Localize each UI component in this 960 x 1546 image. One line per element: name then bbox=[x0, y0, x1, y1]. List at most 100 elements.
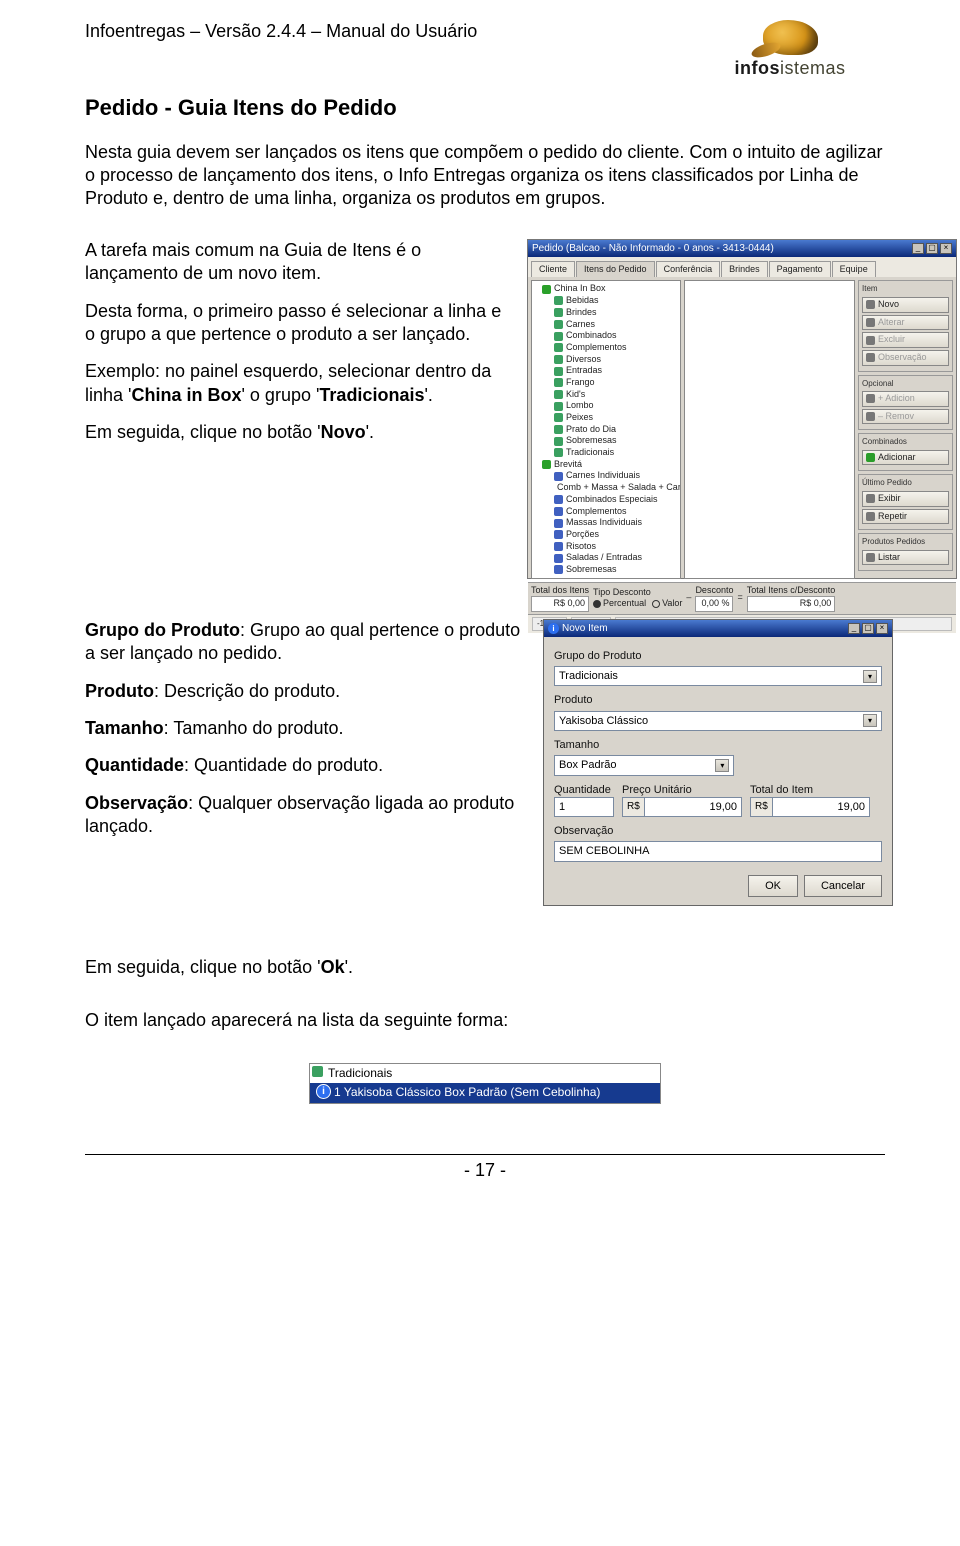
leaf-icon bbox=[554, 332, 563, 341]
plus-icon bbox=[866, 394, 875, 403]
launched-group: Tradicionais bbox=[310, 1064, 660, 1084]
tree-item[interactable]: Entradas bbox=[566, 365, 602, 377]
tree-item[interactable]: Saladas / Entradas bbox=[566, 552, 642, 564]
tree-item[interactable]: Tradicionais bbox=[566, 447, 614, 459]
maximize-button[interactable]: ▢ bbox=[862, 623, 874, 634]
tab-itens[interactable]: Itens do Pedido bbox=[576, 261, 655, 278]
left-p3-b: China in Box bbox=[131, 385, 241, 405]
listar-button[interactable]: Listar bbox=[862, 550, 949, 566]
tree-item[interactable]: Diversos bbox=[566, 354, 601, 366]
lbl-obs: Observação bbox=[554, 824, 882, 838]
chevron-down-icon: ▾ bbox=[863, 670, 877, 683]
leaf-icon bbox=[554, 413, 563, 422]
launched-item: 1 Yakisoba Clássico Box Padrão (Sem Cebo… bbox=[310, 1083, 660, 1103]
opt-perc: Percentual bbox=[603, 598, 646, 610]
tree-item[interactable]: Sobremesas bbox=[566, 435, 617, 447]
grupo-dropdown[interactable]: Tradicionais▾ bbox=[554, 666, 882, 686]
tree-item[interactable]: Complementos bbox=[566, 506, 627, 518]
def-grupo: Grupo do Produto: Grupo ao qual pertence… bbox=[85, 619, 525, 666]
lbl-tipo-desc: Tipo Desconto bbox=[593, 587, 682, 599]
tree-item[interactable]: Prato do Dia bbox=[566, 424, 616, 436]
adicionar-comb-button[interactable]: Adicionar bbox=[862, 450, 949, 466]
leaf-icon bbox=[554, 565, 563, 574]
leaf-icon bbox=[554, 472, 563, 481]
obs-input[interactable]: SEM CEBOLINHA bbox=[554, 841, 882, 861]
tamanho-dropdown[interactable]: Box Padrão▾ bbox=[554, 755, 734, 775]
tree-item[interactable]: Kid's bbox=[566, 389, 585, 401]
leaf-icon bbox=[554, 355, 563, 364]
tree-item[interactable]: Brindes bbox=[566, 307, 597, 319]
produto-dropdown[interactable]: Yakisoba Clássico▾ bbox=[554, 711, 882, 731]
tree-item[interactable]: Sobremesas bbox=[566, 564, 617, 576]
close-button[interactable]: × bbox=[876, 623, 888, 634]
radio-percentual[interactable] bbox=[593, 600, 601, 608]
lbl-preco: Preço Unitário bbox=[622, 783, 742, 797]
minimize-button[interactable]: _ bbox=[912, 243, 924, 254]
tree-item[interactable]: Carnes Individuais bbox=[566, 470, 640, 482]
tab-conferencia[interactable]: Conferência bbox=[656, 261, 721, 278]
tab-pagamento[interactable]: Pagamento bbox=[769, 261, 831, 278]
info-icon: i bbox=[548, 623, 559, 634]
after-p1: Em seguida, clique no botão 'Ok'. bbox=[85, 956, 885, 979]
alterar-button[interactable]: Alterar bbox=[862, 315, 949, 331]
tree-item[interactable]: Combinados bbox=[566, 330, 617, 342]
close-button[interactable]: × bbox=[940, 243, 952, 254]
repetir-button[interactable]: Repetir bbox=[862, 509, 949, 525]
tree-item[interactable]: Lombo bbox=[566, 400, 594, 412]
delete-icon bbox=[866, 336, 875, 345]
cancel-button[interactable]: Cancelar bbox=[804, 875, 882, 897]
leaf-icon bbox=[554, 378, 563, 387]
tree-item[interactable]: Combinados Especiais bbox=[566, 494, 658, 506]
combinados-group: Combinados Adicionar bbox=[858, 433, 953, 471]
ok-button[interactable]: OK bbox=[748, 875, 798, 897]
leaf-icon bbox=[554, 530, 563, 539]
val-total-final: R$ 0,00 bbox=[747, 596, 836, 612]
tree-item[interactable]: Complementos bbox=[566, 342, 627, 354]
tree-item[interactable]: Peixes bbox=[566, 412, 593, 424]
radio-valor[interactable] bbox=[652, 600, 660, 608]
novoitem-titlebar: i Novo Item _ ▢ × bbox=[544, 620, 892, 637]
tree-root-1[interactable]: China In Box bbox=[554, 283, 606, 295]
repeat-icon bbox=[866, 512, 875, 521]
tab-cliente[interactable]: Cliente bbox=[531, 261, 575, 278]
novo-button[interactable]: Novo bbox=[862, 297, 949, 313]
minus-icon bbox=[866, 412, 875, 421]
observacao-button[interactable]: Observação bbox=[862, 350, 949, 366]
leaf-icon bbox=[554, 296, 563, 305]
val-desconto: 0,00 % bbox=[695, 596, 733, 612]
left-p4-c: '. bbox=[366, 422, 374, 442]
lbl-grupo: Grupo do Produto bbox=[554, 649, 882, 663]
preco-input[interactable]: R$19,00 bbox=[622, 797, 742, 817]
intro-paragraph: Nesta guia devem ser lançados os itens q… bbox=[85, 141, 885, 211]
folder-icon bbox=[542, 460, 551, 469]
after-p2: O item lançado aparecerá na lista da seg… bbox=[85, 1009, 885, 1032]
product-tree[interactable]: China In Box Bebidas Brindes Carnes Comb… bbox=[531, 280, 681, 578]
remove-opcional-button[interactable]: – Remov bbox=[862, 409, 949, 425]
tab-brindes[interactable]: Brindes bbox=[721, 261, 768, 278]
minimize-button[interactable]: _ bbox=[848, 623, 860, 634]
tree-item[interactable]: Comb + Massa + Salada + Carne bbox=[557, 482, 681, 494]
folder-icon bbox=[542, 285, 551, 294]
tree-item[interactable]: Porções bbox=[566, 529, 599, 541]
tree-item[interactable]: Massas Individuais bbox=[566, 517, 642, 529]
pedido-title: Pedido (Balcao - Não Informado - 0 anos … bbox=[532, 242, 774, 255]
logo-text-rest: istemas bbox=[780, 58, 846, 78]
tree-item[interactable]: Risotos bbox=[566, 541, 596, 553]
def-tamanho: Tamanho: Tamanho do produto. bbox=[85, 717, 525, 740]
logo-text-bold: infos bbox=[734, 58, 780, 78]
tree-item[interactable]: Carnes bbox=[566, 319, 595, 331]
add-opcional-button[interactable]: + Adicion bbox=[862, 391, 949, 407]
tree-root-2[interactable]: Brevitá bbox=[554, 459, 582, 471]
new-icon bbox=[866, 300, 875, 309]
chevron-down-icon: ▾ bbox=[715, 759, 729, 772]
left-p3: Exemplo: no painel esquerdo, selecionar … bbox=[85, 360, 515, 407]
opcional-title: Opcional bbox=[862, 379, 949, 389]
qtd-input[interactable]: 1 bbox=[554, 797, 614, 817]
tree-item[interactable]: Bebidas bbox=[566, 295, 599, 307]
excluir-button[interactable]: Excluir bbox=[862, 332, 949, 348]
doc-header: Infoentregas – Versão 2.4.4 – Manual do … bbox=[85, 20, 477, 43]
tree-item[interactable]: Frango bbox=[566, 377, 595, 389]
tab-equipe[interactable]: Equipe bbox=[832, 261, 876, 278]
maximize-button[interactable]: ▢ bbox=[926, 243, 938, 254]
exibir-button[interactable]: Exibir bbox=[862, 491, 949, 507]
